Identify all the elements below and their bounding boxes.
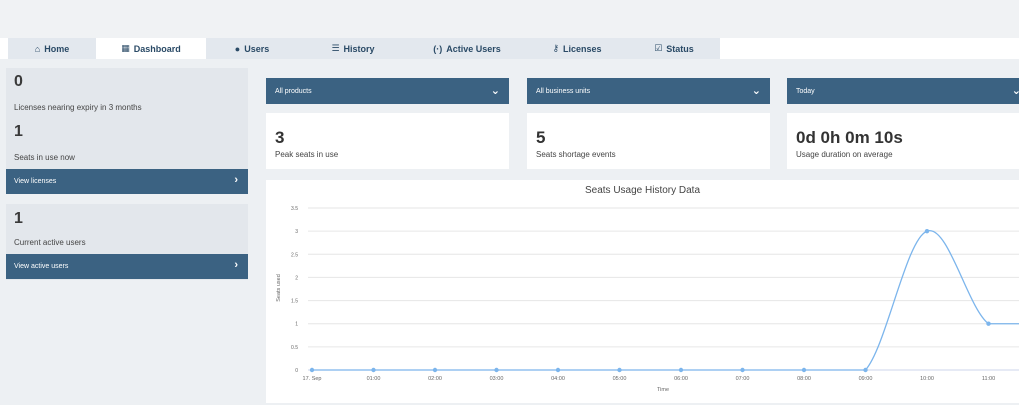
x-tick-label: 08:00 [797, 376, 811, 382]
shortage-events-label: Seats shortage events [536, 150, 616, 159]
seats-in-use-label: Seats in use now [14, 153, 75, 162]
y-tick-label: 1.5 [291, 299, 298, 305]
usage-duration-value: 0d 0h 0m 10s [796, 128, 903, 147]
products-dropdown-value: All products [275, 87, 312, 95]
data-point [678, 367, 684, 373]
tab-label: Status [666, 43, 694, 54]
products-dropdown[interactable]: All products ⌄ [266, 78, 509, 104]
expiry-count: 0 [14, 73, 23, 90]
tab-active-users[interactable]: (·) Active Users [408, 38, 526, 59]
checkbox-icon: ☑ [654, 43, 663, 53]
chart-title: Seats Usage History Data [584, 185, 701, 196]
licenses-summary-card: 0 Licenses nearing expiry in 3 months 1 … [6, 68, 248, 194]
y-tick-label: 2.5 [291, 252, 298, 258]
x-tick-label: 04:00 [551, 376, 565, 382]
x-tick-label: 10:00 [920, 376, 934, 382]
main-tabs: ⌂ Home ▦ Dashboard ● Users ☰ History (·)… [8, 38, 720, 59]
signal-icon: (·) [433, 43, 443, 54]
data-point [309, 367, 315, 373]
tab-status[interactable]: ☑ Status [628, 38, 720, 59]
tab-history[interactable]: ☰ History [298, 38, 408, 59]
y-axis-title: Seats used [276, 274, 282, 302]
data-point [494, 367, 499, 373]
shortage-events-value: 5 [536, 128, 546, 147]
tab-label: Licenses [563, 43, 602, 54]
data-point [863, 367, 868, 373]
active-users-card: 1 Current active users View active users… [6, 204, 248, 280]
business-units-dropdown-value: All business units [536, 87, 591, 95]
peak-seats-value: 3 [275, 128, 285, 147]
dashboard-icon: ▦ [121, 43, 130, 53]
data-point [986, 321, 991, 326]
period-dropdown[interactable]: Today ⌄ [787, 78, 1019, 104]
x-tick-label: 03:00 [490, 376, 504, 382]
y-tick-label: 1 [295, 322, 298, 328]
list-icon: ☰ [331, 43, 340, 53]
x-tick-label: 07:00 [736, 376, 750, 382]
peak-seats-label: Peak seats in use [275, 150, 339, 159]
seats-usage-chart: 0 0.5 1 1.5 2 2.5 3 3.5 17. Sep 01:00 02:00 03:00 04… [276, 206, 1019, 393]
tab-label: Users [244, 43, 270, 54]
user-icon: ● [234, 43, 241, 54]
chevron-down-icon: ⌄ [1011, 85, 1019, 97]
active-users-count: 1 [14, 210, 23, 227]
view-active-users-button[interactable]: View active users › [6, 254, 248, 279]
top-header-bar [0, 0, 1019, 38]
home-icon: ⌂ [34, 43, 41, 54]
chevron-right-icon: › [234, 174, 238, 186]
data-point [801, 367, 807, 373]
data-point [555, 367, 561, 373]
view-licenses-label: View licenses [14, 178, 57, 185]
tab-label: Home [44, 43, 70, 54]
chevron-right-icon: › [234, 259, 238, 271]
usage-duration-card: 0d 0h 0m 10s Usage duration on average [787, 113, 1019, 169]
y-tick-label: 2 [295, 275, 298, 281]
expiry-label: Licenses nearing expiry in 3 months [14, 103, 142, 112]
shortage-events-card: 5 Seats shortage events [527, 113, 770, 169]
x-tick-label: 17. Sep [303, 376, 322, 382]
x-tick-label: 06:00 [674, 376, 688, 382]
y-tick-label: 3 [295, 229, 298, 235]
y-tick-label: 0.5 [291, 345, 298, 351]
key-icon: ⚷ [552, 43, 560, 53]
tab-dashboard[interactable]: ▦ Dashboard [96, 38, 206, 59]
peak-seats-card: 3 Peak seats in use [266, 113, 509, 169]
period-dropdown-value: Today [796, 87, 815, 95]
usage-duration-label: Usage duration on average [796, 150, 893, 159]
seats-usage-chart-panel: Seats Usage History Data 0 0.5 1 1.5 2 2.5 3 3.… [266, 180, 1019, 403]
x-tick-label: 11:00 [982, 376, 995, 382]
tab-label: Active Users [446, 43, 501, 54]
x-tick-label: 05:00 [613, 376, 627, 382]
tab-users[interactable]: ● Users [206, 38, 298, 59]
data-point [740, 367, 745, 373]
y-tick-label: 0 [295, 368, 298, 374]
active-users-label: Current active users [14, 238, 86, 247]
tab-label: History [343, 43, 375, 54]
x-tick-label: 02:00 [428, 376, 442, 382]
x-tick-label: 09:00 [859, 376, 873, 382]
data-point [617, 367, 622, 373]
tab-label: Dashboard [133, 43, 181, 54]
tab-licenses[interactable]: ⚷ Licenses [526, 38, 628, 59]
data-point [432, 367, 438, 373]
y-tick-label: 3.5 [291, 206, 298, 212]
data-point [371, 367, 376, 373]
view-active-users-label: View active users [14, 263, 69, 270]
business-units-dropdown[interactable]: All business units ⌄ [527, 78, 770, 104]
view-licenses-button[interactable]: View licenses › [6, 169, 248, 194]
data-point [924, 228, 930, 234]
chevron-down-icon: ⌄ [490, 85, 500, 97]
tab-home[interactable]: ⌂ Home [8, 38, 96, 59]
x-axis-title: Time [657, 387, 669, 393]
x-tick-label: 01:00 [367, 376, 381, 382]
chevron-down-icon: ⌄ [751, 85, 761, 97]
seats-in-use-count: 1 [14, 123, 23, 140]
